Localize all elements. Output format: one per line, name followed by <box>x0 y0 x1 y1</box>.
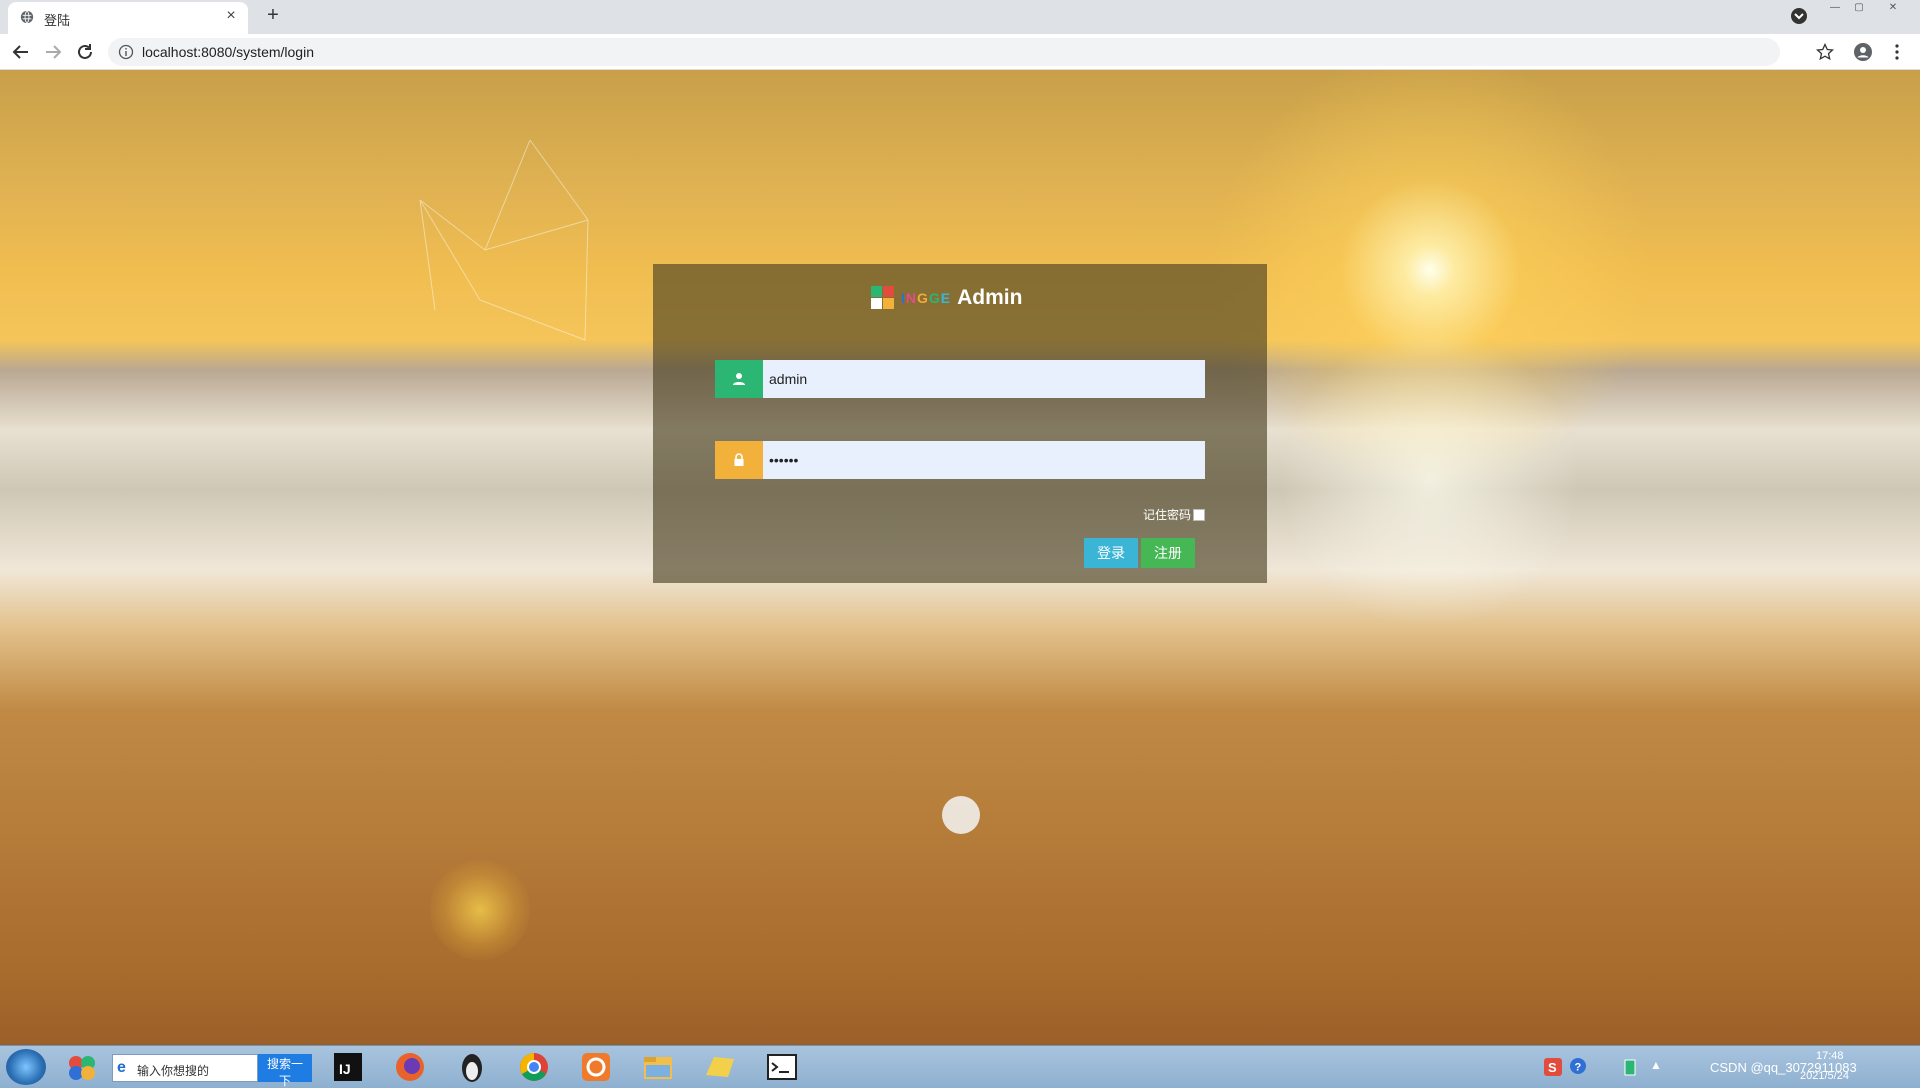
url-text: localhost:8080/system/login <box>142 44 314 60</box>
sun-reflection <box>1280 330 1580 630</box>
lens-flare <box>430 860 530 960</box>
lock-icon <box>715 441 763 479</box>
bookmark-star-icon[interactable] <box>1816 43 1834 61</box>
profile-icon[interactable] <box>1854 43 1872 61</box>
tab-close-icon[interactable]: × <box>222 7 240 25</box>
register-button[interactable]: 注册 <box>1141 538 1195 568</box>
globe-icon <box>20 10 34 24</box>
taskbar: e 输入你想搜的 搜索一下 IJ S ? ▲ CSDN @qq_30729110… <box>0 1045 1920 1088</box>
reload-icon[interactable] <box>76 43 94 61</box>
logo-letter: G <box>917 290 929 306</box>
clock-date[interactable]: 2021/5/24 <box>1800 1070 1849 1082</box>
logo-mark-square <box>883 286 894 297</box>
back-arrow-icon[interactable] <box>12 43 30 61</box>
file-explorer-icon[interactable] <box>630 1049 686 1085</box>
maximize-button[interactable]: ▢ <box>1848 1 1870 15</box>
help-icon[interactable]: ? <box>1570 1058 1586 1074</box>
logo: INGGE Admin <box>871 286 1022 310</box>
address-bar[interactable]: localhost:8080/system/login <box>108 38 1780 66</box>
ie-icon: e <box>117 1059 126 1076</box>
username-field <box>715 360 1205 398</box>
tray-expand-icon[interactable]: ▲ <box>1650 1058 1662 1072</box>
password-input[interactable] <box>763 441 1205 479</box>
user-icon <box>715 360 763 398</box>
logo-mark-square <box>871 298 882 309</box>
logo-letter: N <box>905 290 918 306</box>
remember-password[interactable]: 记住密码 <box>1143 506 1205 523</box>
login-button[interactable]: 登录 <box>1084 538 1138 568</box>
particle-lines <box>419 140 589 341</box>
password-field <box>715 441 1205 479</box>
penguin-icon[interactable] <box>444 1049 500 1085</box>
tab-search-icon[interactable] <box>1790 7 1808 25</box>
chrome-icon[interactable] <box>506 1049 562 1085</box>
start-menu-button[interactable] <box>6 1049 46 1085</box>
tab-title: 登陆 <box>44 13 71 28</box>
logo-mark-square <box>883 298 894 309</box>
logo-letter: E <box>940 290 952 306</box>
info-icon[interactable] <box>118 44 134 60</box>
light-orb <box>942 796 980 834</box>
minimize-button[interactable]: — <box>1824 1 1846 15</box>
logo-mark-square <box>871 286 882 297</box>
system-tray: S ? ▲ CSDN @qq_3072911083 17:48 2021/5/2… <box>1540 1046 1920 1089</box>
clock-time[interactable]: 17:48 <box>1816 1050 1844 1062</box>
forward-arrow-icon[interactable] <box>44 43 62 61</box>
svg-text:?: ? <box>1575 1062 1582 1074</box>
more-menu-icon[interactable] <box>1888 43 1906 61</box>
page-background: INGGE Admin 记住密码 登录 注册 <box>0 70 1920 1045</box>
logo-letter: G <box>928 290 941 306</box>
browser-tab[interactable]: 登陆 × <box>8 2 248 34</box>
new-tab-button[interactable]: + <box>260 4 286 27</box>
firefox-icon[interactable] <box>382 1049 438 1085</box>
battery-icon[interactable] <box>1624 1058 1636 1076</box>
svg-text:S: S <box>1548 1060 1557 1075</box>
gear-app-icon[interactable] <box>568 1049 624 1085</box>
remember-checkbox[interactable] <box>1193 508 1205 521</box>
taskbar-search-button[interactable]: 搜索一下 <box>258 1054 312 1088</box>
logo-mark-icon <box>871 286 895 310</box>
search-placeholder: 输入你想搜的 <box>137 1064 210 1078</box>
colorball-icon[interactable] <box>58 1049 106 1085</box>
intellij-icon[interactable]: IJ <box>320 1049 376 1085</box>
login-panel: INGGE Admin 记住密码 登录 注册 <box>653 264 1267 583</box>
svg-text:IJ: IJ <box>339 1061 351 1077</box>
close-window-button[interactable]: ✕ <box>1882 1 1904 15</box>
folder-icon[interactable] <box>692 1049 748 1085</box>
taskbar-search-input[interactable]: e 输入你想搜的 <box>112 1054 258 1082</box>
sogou-icon[interactable]: S <box>1544 1058 1562 1076</box>
browser-toolbar: localhost:8080/system/login <box>0 34 1920 70</box>
username-input[interactable] <box>763 360 1205 398</box>
logo-letters: INGGE <box>901 290 951 306</box>
tab-bar: 登陆 × + — ▢ ✕ <box>0 0 1920 34</box>
remember-label: 记住密码 <box>1142 508 1191 522</box>
terminal-icon[interactable] <box>754 1049 810 1085</box>
logo-title: Admin <box>957 286 1023 309</box>
